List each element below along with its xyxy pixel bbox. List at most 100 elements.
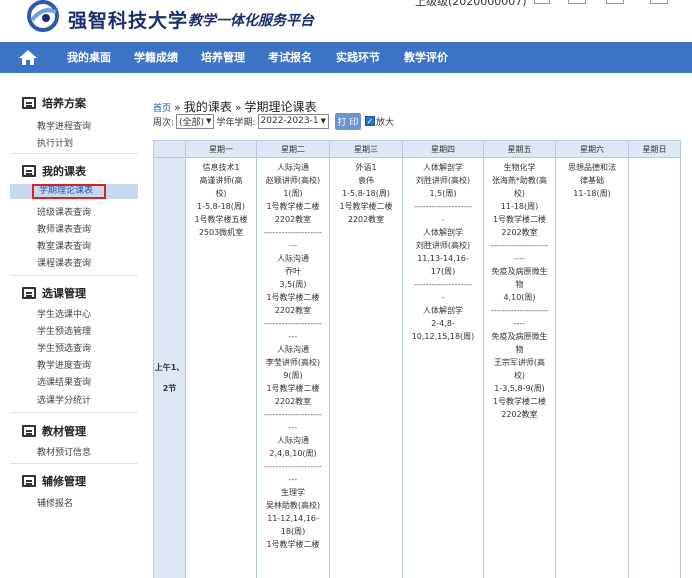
cell-line: 人际沟通: [277, 163, 309, 172]
sidebar-section-my-timetable[interactable]: 我的课表: [10, 162, 86, 180]
sidebar-item-selection-results[interactable]: 选课结果查询: [37, 375, 91, 388]
cell-line: 4,10(周): [503, 293, 536, 302]
nav-item-exams[interactable]: 考试报名: [268, 42, 312, 73]
timetable-cell-monday[interactable]: 信息技术1 高谨讲师(高 校) 1-5,8-18(周) 1号教学楼五楼 2503微机室: [185, 157, 257, 578]
timetable-cell-friday[interactable]: 生物化学 张海燕*助教(高 校) 11-18(周) 1号教学楼二楼 2202教室 -----…: [483, 157, 556, 578]
cell-line: 2202教室: [274, 306, 312, 315]
cell-line: 刘胜讲师(高校): [415, 176, 471, 185]
main-nav: 我的桌面 学籍成绩 培养管理 考试报名 实践环节 教学评价: [0, 42, 692, 73]
message-icon[interactable]: [568, 0, 586, 4]
sidebar-item-textbook-order[interactable]: 教材预订信息: [37, 445, 91, 458]
divider: [10, 463, 138, 464]
avatar[interactable]: [534, 0, 550, 4]
timetable: 星期一 星期二 星期三 星期四 星期五 星期六 星期日 上午1、 2节 信息技术…: [153, 140, 681, 578]
list-icon: [22, 165, 36, 177]
day-header: 星期五: [483, 140, 556, 158]
university-logo-icon: [27, 0, 59, 32]
user-info[interactable]: 上级级(2020000007): [415, 0, 527, 9]
cell-line: 1号教学楼五楼: [194, 215, 248, 224]
sidebar-section-textbooks[interactable]: 教材管理: [10, 422, 86, 440]
cell-line: 3,5(周): [279, 280, 307, 289]
cell-line: 10,12,15,18(周): [411, 332, 475, 341]
sidebar-section-minor[interactable]: 辅修管理: [10, 472, 86, 490]
list-icon: [22, 287, 36, 299]
cell-line: 11-18(周): [573, 189, 611, 198]
cell-line: 生物化学: [503, 163, 536, 172]
sidebar-item-plan[interactable]: 执行计划: [37, 136, 73, 149]
list-icon: [22, 97, 36, 109]
day-header: 星期六: [555, 140, 629, 158]
nav-item-desktop[interactable]: 我的桌面: [67, 42, 111, 73]
filter-bar: 周次: (全部) ▼ 学年学期: 2022-2023-1 ▼ 打 印 ✓ 放大: [153, 112, 394, 130]
sidebar-item-preselect-query[interactable]: 学生预选查询: [37, 341, 91, 354]
cell-line: 人际沟通: [277, 254, 309, 263]
cell-line: 9(周): [283, 371, 303, 380]
cell-line: 校): [513, 371, 526, 380]
cell-line: 2202教室: [274, 215, 312, 224]
print-button[interactable]: 打 印: [334, 112, 361, 130]
cell-separator: ---: [288, 241, 298, 250]
sidebar-item-course-timetable[interactable]: 课程课表查询: [37, 256, 91, 269]
sidebar-item-teaching-progress[interactable]: 教学进度查询: [37, 358, 91, 371]
sidebar-item-teacher-timetable[interactable]: 教师课表查询: [37, 222, 91, 235]
zoom-checkbox[interactable]: ✓: [364, 116, 375, 126]
cell-line: 高谨讲师(高: [199, 176, 243, 185]
sidebar-item-preselect-manage[interactable]: 学生预选管理: [37, 324, 91, 337]
divider: [10, 412, 138, 413]
timetable-cell-wednesday[interactable]: 外语1 袁伟 1-5,8-18(周) 1号教学楼二楼 2202教室: [329, 157, 403, 578]
cell-line: 1,5(周): [429, 189, 457, 198]
cell-line: 刘胜讲师(高校): [415, 241, 471, 250]
day-header: 星期二: [256, 140, 330, 158]
day-header: 星期四: [402, 140, 484, 158]
timetable-cell-thursday[interactable]: 人体解剖学 刘胜讲师(高校) 1,5(周) -------------------- -…: [402, 157, 484, 578]
cell-line: 思想品德和法: [568, 163, 616, 172]
cell-separator: --------------------: [264, 228, 322, 237]
home-icon[interactable]: [18, 48, 38, 66]
nav-item-practice[interactable]: 实践环节: [336, 42, 380, 73]
sidebar-item-credit-stats[interactable]: 选课学分统计: [37, 393, 91, 406]
week-select[interactable]: (全部) ▼: [176, 113, 215, 129]
term-select[interactable]: 2022-2023-1 ▼: [257, 113, 329, 129]
timetable-header-row: 星期一 星期二 星期三 星期四 星期五 星期六 星期日: [153, 140, 681, 158]
sidebar-item-term-timetable[interactable]: 学期理论课表: [32, 184, 106, 199]
cell-line: 人际沟通: [277, 345, 309, 354]
timetable-cell-tuesday[interactable]: 人际沟通 赵颖讲师(高校) 1(周) 1号教学楼二楼 2202教室 -----------…: [256, 157, 330, 578]
nav-item-grades[interactable]: 学籍成绩: [134, 42, 178, 73]
sidebar-section-course-selection[interactable]: 选课管理: [10, 284, 86, 302]
nav-item-training[interactable]: 培养管理: [201, 42, 245, 73]
cell-line: 李莹讲师(高校): [265, 358, 321, 367]
term-label: 学年学期:: [216, 117, 256, 128]
cell-line: 王宗军讲师(高: [493, 358, 546, 367]
cell-separator: --------------------: [490, 241, 549, 250]
cell-line: 18(周): [280, 527, 306, 536]
cell-line: 2202教室: [274, 397, 312, 406]
sidebar-item-progress[interactable]: 教学进程查询: [37, 119, 91, 132]
cell-line: 17(周): [430, 267, 456, 276]
sidebar-item-class-timetable[interactable]: 班级课表查询: [37, 205, 91, 218]
nav-item-evaluation[interactable]: 教学评价: [404, 42, 448, 73]
timetable-cell-saturday[interactable]: 思想品德和法 律基础 11-18(周): [555, 157, 629, 578]
cell-line: 11,13-14,16-: [417, 254, 469, 263]
cell-separator: --------------------: [264, 462, 322, 471]
settings-icon[interactable]: [606, 0, 624, 4]
logout-icon[interactable]: [650, 0, 668, 4]
cell-separator: ---: [288, 423, 298, 432]
cell-line: 张海燕*助教(高: [491, 176, 548, 185]
timetable-cell-sunday[interactable]: [628, 157, 681, 578]
chevron-down-icon: ▼: [206, 117, 212, 125]
sidebar-item-minor-signup[interactable]: 辅修报名: [37, 496, 73, 509]
timetable-row: 上午1、 2节 信息技术1 高谨讲师(高 校) 1-5,8-18(周) 1号教学楼五楼 2…: [153, 157, 681, 578]
period-label: 上午1、 2节: [153, 157, 186, 578]
sidebar-item-room-timetable[interactable]: 教室课表查询: [37, 239, 91, 252]
cell-line: 信息技术1: [202, 163, 240, 172]
sidebar-section-training-plan[interactable]: 培养方案: [10, 94, 86, 112]
cell-separator: --------------------: [264, 410, 322, 419]
cell-line: 吴林助教(高校): [265, 501, 321, 510]
page: 强智科技大学 教学一体化服务平台 上级级(2020000007) 我的桌面 学籍…: [0, 0, 692, 578]
cell-line: 人际沟通: [277, 436, 309, 445]
cell-line: 校): [215, 189, 227, 198]
sidebar-item-selection-center[interactable]: 学生选课中心: [37, 307, 91, 320]
cell-line: 律基础: [580, 176, 604, 185]
header: 强智科技大学 教学一体化服务平台 上级级(2020000007): [0, 0, 692, 42]
cell-line: 2503微机室: [198, 228, 244, 237]
